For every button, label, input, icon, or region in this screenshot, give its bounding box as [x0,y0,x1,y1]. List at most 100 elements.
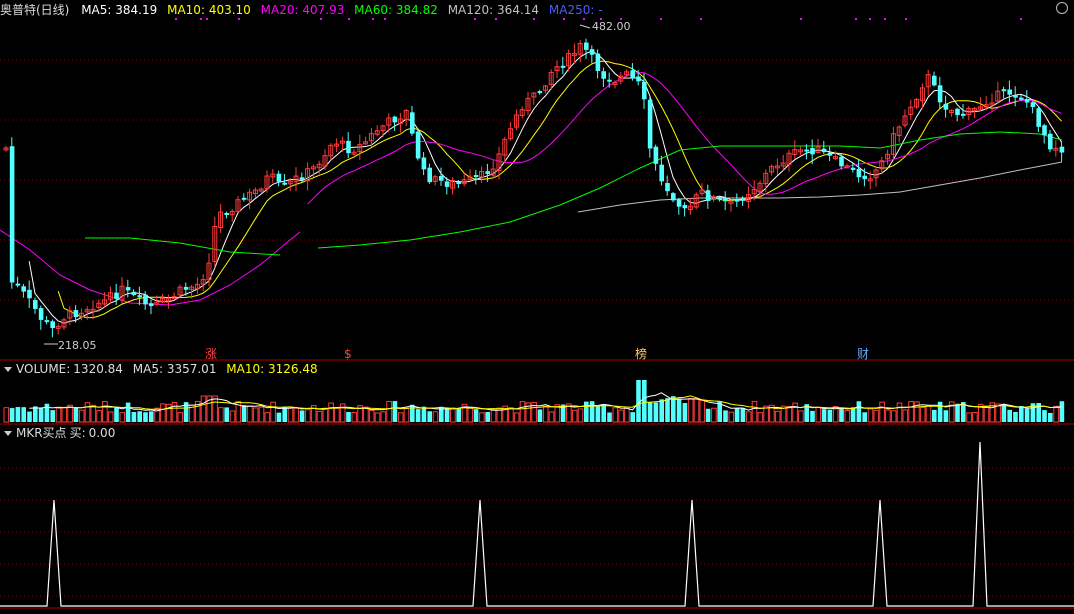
chevron-down-icon[interactable] [4,430,12,436]
volume-bar [479,412,485,423]
volume-bar [508,407,514,423]
candle-down [473,175,479,178]
volume-bar [171,401,178,423]
candle-down [392,116,398,123]
candle-down [821,148,827,153]
low-price-label: 218.05 [58,339,97,352]
signal-dot [1020,18,1022,20]
close-icon[interactable] [1056,2,1068,14]
volume-bar [90,404,97,423]
candle-down [73,310,79,318]
marker-bang[interactable]: 榜 [635,346,647,361]
volume-bar [699,400,706,423]
marker-cai[interactable]: 财 [857,347,869,361]
stock-title: 奥普特(日线) [0,3,70,17]
volume-bar [351,411,358,423]
volume-bar [450,407,456,423]
volume-bar [867,408,874,423]
candle-down [143,294,148,305]
volume-bar [293,407,300,423]
candle-down [560,65,566,68]
volume-bar [160,403,166,423]
volume-bar [571,409,578,423]
candle-down [636,76,641,82]
volume-bar [682,403,688,422]
candle-down [937,85,943,103]
moving-average-lines [0,50,1063,324]
signal-dot [660,18,662,20]
volume-bar [15,407,21,422]
volume-bar [241,405,247,422]
chart-grid [0,18,1074,609]
volume-bar [618,409,624,423]
volume-bar [374,412,381,423]
volume-bar [258,406,265,423]
volume-ma-lines [29,392,1062,412]
volume-bar [630,412,635,422]
volume-bar [363,406,369,423]
volume-ma5-legend: MA5: 3357.01 [132,362,217,376]
signal-dot [384,18,386,20]
signal-dot [238,18,240,20]
volume-bar [693,398,700,423]
volume-bar [879,401,885,423]
volume-bar [919,406,926,423]
volume-value: 1320.84 [73,362,123,376]
volume-bar [264,412,271,423]
volume-bar [415,409,421,422]
marker-zhang[interactable]: 涨 [205,346,217,361]
volume-bar [983,405,990,423]
volume-panel-header: VOLUME: 1320.84 MA5: 3357.01 MA10: 3126.4… [0,361,324,377]
volume-bar [125,402,131,422]
candle-down [33,300,38,309]
volume-bar [131,412,137,422]
ma5-legend: MA5: 384.19 [81,3,158,17]
candle-down [1059,146,1065,153]
candle-down [346,140,351,154]
candle-down [131,291,137,296]
stock-chart[interactable]: 482.00 218.05 涨 $ 榜 财 [0,0,1074,614]
candle-down [1007,89,1012,95]
volume-bar [252,407,259,423]
candle-down [1019,97,1024,100]
volume-bar [282,406,287,422]
volume-bar [229,410,236,423]
volume-bar [734,407,740,422]
volume-bar [589,401,595,422]
signal-dot [905,18,907,20]
candle-down [485,171,490,174]
volume-bar [873,409,880,423]
candle-down [961,113,966,116]
candle-down [647,99,653,149]
volume-bar [9,408,15,422]
volume-bar [751,400,758,423]
volume-bar [1042,410,1047,422]
candle-down [659,164,664,182]
volume-bar [728,411,735,423]
volume-bar [856,401,862,422]
volume-bar [798,410,804,423]
candle-down [21,286,26,292]
volume-bar [456,407,461,422]
volume-bar [966,412,972,423]
signal-dot [855,18,857,20]
volume-bar [757,412,764,423]
signal-dot [206,18,208,20]
price-panel-header: 奥普特(日线) MA5: 384.19 MA10: 403.10 MA20: 4… [0,2,609,18]
candle-down [1024,99,1030,103]
volume-bar [403,408,410,423]
volume-bar [937,401,943,422]
volume-bar [1007,409,1012,422]
volume-bar [21,407,26,422]
volume-bar [432,411,439,423]
volume-bar [676,398,682,422]
volume-bar [890,410,897,423]
volume-bar [659,399,664,422]
volume-bar [537,409,543,422]
candle-down [444,181,450,187]
chevron-down-icon[interactable] [4,366,12,372]
volume-bar [490,408,497,423]
volume-bar [44,403,50,422]
candle-down [1036,108,1041,127]
marker-dollar[interactable]: $ [344,347,352,361]
